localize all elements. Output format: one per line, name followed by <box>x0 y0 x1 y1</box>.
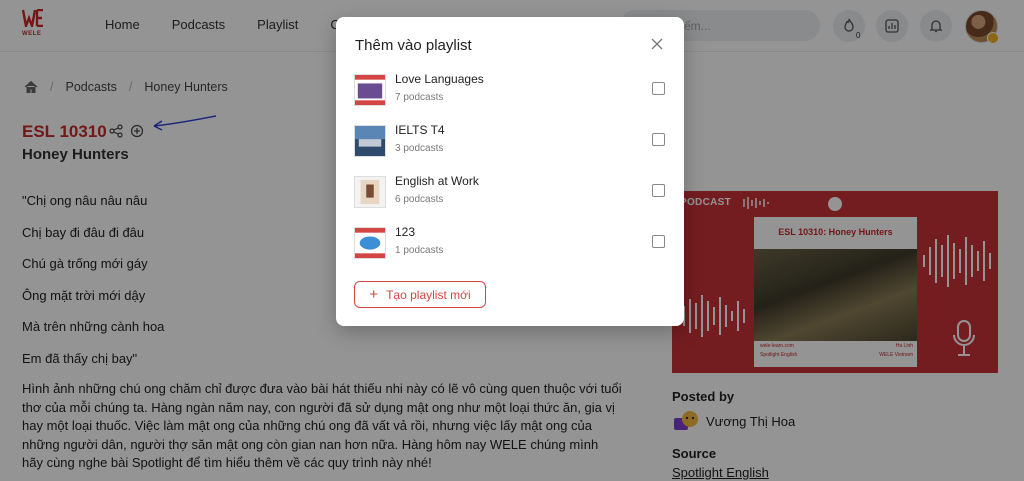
playlist-count: 6 podcasts <box>395 194 444 205</box>
playlist-checkbox[interactable] <box>652 82 665 95</box>
playlist-checkbox[interactable] <box>652 184 665 197</box>
playlist-item[interactable]: 123 1 podcasts <box>354 225 666 265</box>
create-playlist-button[interactable]: + Tạo playlist mới <box>354 281 486 308</box>
playlist-count: 7 podcasts <box>395 92 444 103</box>
playlist-count: 1 podcasts <box>395 245 444 256</box>
close-icon[interactable] <box>651 38 663 50</box>
playlist-thumbnail <box>354 74 386 106</box>
playlist-name: 123 <box>395 225 416 239</box>
playlist-name: Love Languages <box>395 72 484 86</box>
playlist-thumbnail <box>354 125 386 157</box>
playlist-checkbox[interactable] <box>652 235 665 248</box>
playlist-checkbox[interactable] <box>652 133 665 146</box>
playlist-name: IELTS T4 <box>395 123 445 137</box>
playlist-thumbnail <box>354 227 386 259</box>
playlist-item[interactable]: English at Work 6 podcasts <box>354 174 666 214</box>
playlist-item[interactable]: IELTS T4 3 podcasts <box>354 123 666 163</box>
modal-title: Thêm vào playlist <box>355 37 472 54</box>
playlist-item[interactable]: Love Languages 7 podcasts <box>354 72 666 112</box>
playlist-thumbnail <box>354 176 386 208</box>
create-playlist-label: Tạo playlist mới <box>386 287 471 302</box>
add-to-playlist-modal: Thêm vào playlist Love Languages 7 podca… <box>336 17 684 326</box>
plus-icon: + <box>369 285 379 303</box>
playlist-name: English at Work <box>395 174 479 188</box>
playlist-count: 3 podcasts <box>395 143 444 154</box>
